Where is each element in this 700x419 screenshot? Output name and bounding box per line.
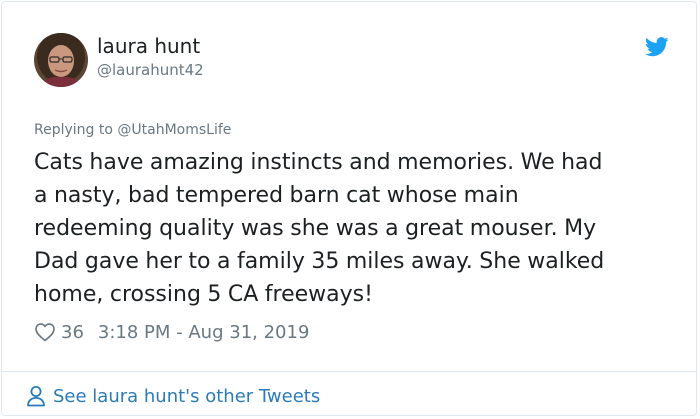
author-handle[interactable]: @laurahunt42 [97, 60, 204, 80]
tweet-text: Cats have amazing instincts and memories… [34, 146, 684, 311]
tweet-timestamp[interactable]: 3:18 PM - Aug 31, 2019 [98, 322, 310, 343]
reply-context: Replying to @UtahMomsLife [34, 120, 231, 140]
twitter-bird-icon[interactable] [645, 37, 669, 57]
like-count[interactable]: 36 [61, 322, 84, 343]
see-other-tweets-label[interactable]: See laura hunt's other Tweets [53, 386, 320, 407]
see-other-tweets-link[interactable]: See laura hunt's other Tweets [26, 383, 320, 409]
avatar-photo [34, 33, 88, 87]
person-outline-icon [27, 386, 45, 407]
reply-prefix: Replying to [34, 122, 113, 138]
tweet-text-line: Cats have amazing instincts and memories… [34, 150, 603, 175]
author-display-name[interactable]: laura hunt [97, 34, 200, 58]
tweet-meta: 36 3:18 PM - Aug 31, 2019 [34, 320, 309, 344]
tweet-text-line: home, crossing 5 CA freeways! [34, 282, 373, 307]
footer-divider [2, 371, 696, 372]
tweet-text-line: redeeming quality was she was a great mo… [34, 216, 597, 241]
tweet-card: laura hunt @laurahunt42 Replying to @Uta… [1, 1, 697, 416]
tweet-text-line: a nasty, bad tempered barn cat whose mai… [34, 183, 519, 208]
reply-mention-link[interactable]: @UtahMomsLife [117, 122, 231, 138]
heart-outline-icon[interactable] [34, 321, 56, 343]
tweet-text-line: Dad gave her to a family 35 miles away. … [34, 249, 605, 274]
avatar[interactable] [34, 33, 88, 87]
